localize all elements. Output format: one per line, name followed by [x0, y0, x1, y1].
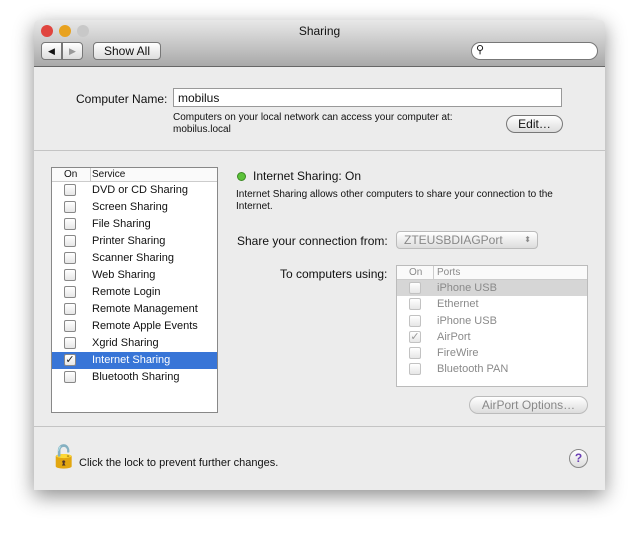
status-indicator-icon	[237, 172, 246, 181]
service-label: Internet Sharing	[92, 354, 171, 366]
title-toolbar: Sharing ◀ ▶ Show All ⚲	[34, 20, 605, 67]
port-label: iPhone USB	[437, 282, 497, 294]
divider	[34, 426, 605, 427]
airport-options-button[interactable]: AirPort Options…	[469, 396, 588, 414]
port-row: iPhone USB	[397, 280, 587, 297]
computer-name-label: Computer Name:	[76, 92, 168, 106]
port-row: Ethernet	[397, 296, 587, 312]
service-label: Remote Management	[92, 303, 198, 315]
port-checkbox	[409, 347, 421, 360]
back-button[interactable]: ◀	[41, 42, 62, 60]
service-label: Screen Sharing	[92, 201, 168, 213]
port-label: FireWire	[437, 347, 479, 360]
service-row[interactable]: DVD or CD Sharing	[52, 182, 217, 199]
port-checkbox: ✓	[409, 330, 421, 343]
search-icon: ⚲	[476, 44, 485, 56]
port-checkbox	[409, 298, 421, 311]
col-service: Service	[92, 169, 126, 180]
help-button[interactable]: ?	[569, 449, 588, 468]
service-label: Xgrid Sharing	[92, 337, 159, 349]
computer-name-field[interactable]: mobilus	[173, 88, 562, 107]
col-ports: Ports	[437, 267, 461, 278]
service-checkbox[interactable]	[64, 320, 76, 332]
port-row: iPhone USB	[397, 313, 587, 329]
service-checkbox[interactable]	[64, 201, 76, 213]
port-row: FireWire	[397, 345, 587, 361]
service-row[interactable]: Scanner Sharing	[52, 250, 217, 267]
service-row[interactable]: Remote Apple Events	[52, 318, 217, 335]
service-row[interactable]: Screen Sharing	[52, 199, 217, 216]
description: Internet Sharing allows other computers …	[236, 189, 553, 212]
port-label: Bluetooth PAN	[437, 363, 509, 376]
sharing-window: Sharing ◀ ▶ Show All ⚲ Computer Name: mo…	[34, 20, 605, 490]
service-row[interactable]: ✓ Internet Sharing	[52, 352, 217, 369]
service-label: Bluetooth Sharing	[92, 371, 180, 383]
local-address: mobilus.local	[173, 124, 231, 135]
service-checkbox[interactable]	[64, 371, 76, 383]
edit-button[interactable]: Edit…	[506, 115, 563, 133]
service-list: On Service DVD or CD Sharing Screen Sharin…	[51, 167, 218, 413]
port-label: Ethernet	[437, 298, 479, 311]
ports-list: On Ports iPhone USB Ethernet iPhone USB ✓ Air…	[396, 265, 588, 387]
service-row[interactable]: Remote Login	[52, 284, 217, 301]
service-label: Remote Login	[92, 286, 161, 298]
service-checkbox[interactable]	[64, 184, 76, 196]
service-row[interactable]: Web Sharing	[52, 267, 217, 284]
service-row[interactable]: Printer Sharing	[52, 233, 217, 250]
status-text: Internet Sharing: On	[253, 169, 362, 183]
share-from-label: Share your connection from:	[237, 234, 388, 248]
to-computers-label: To computers using:	[280, 267, 388, 281]
lock-icon[interactable]: 🔓	[50, 444, 77, 470]
updown-arrows-icon: ⬍	[524, 235, 531, 244]
port-row: ✓ AirPort	[397, 329, 587, 345]
service-checkbox[interactable]	[64, 286, 76, 298]
col-on: On	[64, 169, 78, 180]
service-row[interactable]: File Sharing	[52, 216, 217, 233]
service-row[interactable]: Remote Management	[52, 301, 217, 318]
service-checkbox[interactable]	[64, 269, 76, 281]
port-label: iPhone USB	[437, 314, 497, 327]
search-input[interactable]: ⚲	[471, 42, 598, 60]
forward-button[interactable]: ▶	[62, 42, 83, 60]
service-row[interactable]: Bluetooth Sharing	[52, 369, 217, 386]
network-info: Computers on your local network can acce…	[173, 112, 453, 123]
service-label: Web Sharing	[92, 269, 156, 281]
service-checkbox[interactable]	[64, 303, 76, 315]
share-from-select[interactable]: ZTEUSBDIAGPort ⬍	[396, 231, 538, 249]
port-row: Bluetooth PAN	[397, 361, 587, 377]
show-all-button[interactable]: Show All	[93, 42, 161, 60]
service-label: Remote Apple Events	[92, 320, 198, 332]
port-label: AirPort	[437, 330, 471, 343]
port-checkbox	[409, 363, 421, 376]
service-checkbox[interactable]	[64, 235, 76, 247]
service-label: File Sharing	[92, 218, 151, 230]
service-row[interactable]: Xgrid Sharing	[52, 335, 217, 352]
window-title: Sharing	[298, 24, 341, 38]
service-label: Printer Sharing	[92, 235, 166, 247]
share-from-value: ZTEUSBDIAGPort	[404, 233, 503, 247]
service-label: Scanner Sharing	[92, 252, 174, 264]
divider	[34, 150, 605, 151]
service-checkbox[interactable]	[64, 218, 76, 230]
service-checkbox[interactable]	[64, 252, 76, 264]
service-label: DVD or CD Sharing	[92, 184, 188, 196]
port-checkbox	[409, 314, 421, 327]
service-checkbox[interactable]: ✓	[64, 354, 76, 366]
port-checkbox	[409, 282, 421, 294]
service-checkbox[interactable]	[64, 337, 76, 349]
col-on: On	[409, 267, 423, 278]
lock-text: Click the lock to prevent further change…	[79, 457, 279, 469]
